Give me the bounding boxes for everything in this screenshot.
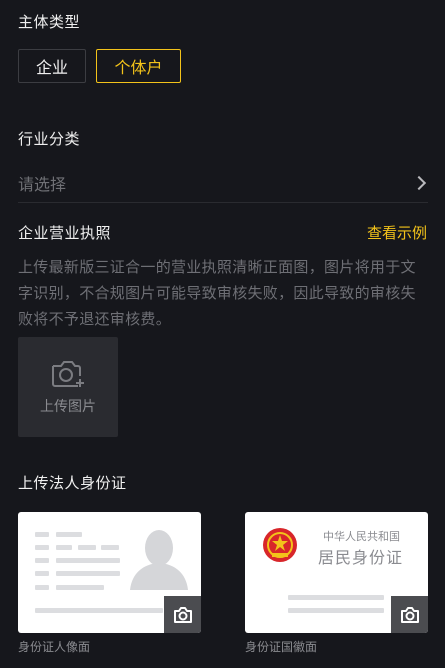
id-line: [35, 608, 163, 613]
id-line: [35, 532, 49, 537]
id-line: [35, 545, 49, 550]
id-line: [35, 571, 49, 576]
id-line: [56, 532, 82, 537]
camera-icon: [400, 606, 419, 623]
id-line: [56, 571, 120, 576]
subject-type-label: 主体类型: [18, 13, 81, 31]
business-license-label: 企业营业执照: [18, 224, 112, 242]
legal-id-label: 上传法人身份证: [18, 474, 127, 492]
id-line: [78, 545, 96, 550]
id-line: [288, 595, 384, 600]
id-back-caption: 身份证国徽面: [245, 640, 318, 654]
portrait-silhouette-icon: [130, 530, 188, 590]
id-line: [288, 608, 384, 613]
industry-select[interactable]: 请选择: [18, 163, 428, 203]
camera-add-icon: [52, 361, 84, 387]
id-back-camera-button[interactable]: [391, 596, 428, 633]
id-front-camera-button[interactable]: [164, 596, 201, 633]
id-line: [35, 585, 49, 590]
license-description: 上传最新版三证合一的营业执照清晰正面图，图片将用于文字识别，不合规图片可能导致审…: [18, 258, 416, 328]
camera-icon: [173, 606, 192, 623]
id-front-caption: 身份证人像面: [18, 640, 91, 654]
id-line: [56, 558, 120, 563]
chevron-right-icon: [411, 175, 427, 190]
id-line: [56, 545, 72, 550]
license-upload-button[interactable]: 上传图片: [18, 337, 118, 437]
id-back-upload[interactable]: 中华人民共和国 居民身份证: [245, 512, 428, 633]
national-emblem-icon: [263, 528, 297, 562]
id-back-title-small: 中华人民共和国: [323, 530, 400, 543]
id-line: [56, 585, 104, 590]
id-back-title-large: 居民身份证: [318, 548, 404, 567]
id-line: [35, 558, 49, 563]
industry-label: 行业分类: [18, 130, 81, 148]
upload-image-label: 上传图片: [40, 399, 96, 415]
view-example-link[interactable]: 查看示例: [367, 222, 427, 243]
subject-option-company[interactable]: 企业: [18, 49, 86, 83]
id-front-upload[interactable]: [18, 512, 201, 633]
id-line: [101, 545, 119, 550]
subject-option-individual[interactable]: 个体户: [96, 49, 181, 83]
industry-placeholder: 请选择: [18, 174, 67, 194]
